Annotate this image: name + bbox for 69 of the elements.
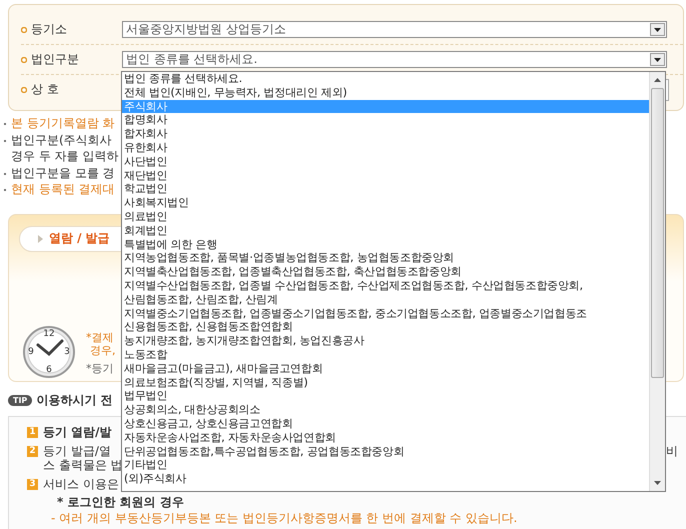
dropdown-option[interactable]: 자동차운송사업조합, 자동차운송사업연합회 [122, 430, 649, 445]
dropdown-option[interactable]: 신용협동조합, 신용협동조합연합회 [122, 320, 649, 334]
guide-text: 서비스 이용은 [43, 476, 119, 490]
dropdown-option[interactable]: 노동조합 [122, 348, 649, 362]
dropdown-option[interactable]: 전체 법인(지배인, 무능력자, 법정대리인 제외) [122, 86, 649, 100]
clock-numeral: 3 [64, 346, 70, 356]
guide-text: 스 출력물은 법 [43, 458, 123, 472]
number-badge: 3 [27, 478, 38, 490]
caret-icon [654, 28, 661, 32]
guide-text: 등기 발급/열 [43, 444, 111, 458]
notice-text: - 여러 개의 부동산등기부등본 또는 법인등기사항증명서를 한 번에 결제할 수 있습니다. [51, 510, 518, 526]
notice-text: 경우, [89, 344, 116, 356]
note-text: 법인구분(주식회사 [11, 132, 113, 148]
dropdown-option[interactable]: 의료보험조합(직장별, 지역별, 직종별) [122, 376, 649, 390]
number-badge: 1 [27, 426, 38, 438]
bullet-icon [21, 56, 27, 62]
clock-numeral: 12 [43, 328, 55, 338]
dropdown-option[interactable]: 의료법인 [122, 210, 649, 224]
dropdown-option[interactable]: 사단법인 [122, 154, 649, 169]
dropdown-option[interactable]: 법무법인 [122, 389, 649, 404]
scroll-up-icon [654, 78, 661, 82]
dropdown-button[interactable] [650, 53, 665, 66]
sub-heading: * 로그인한 회원의 경우 [56, 494, 184, 510]
notice-text: *결제 [86, 330, 114, 344]
scroll-down-icon [654, 481, 661, 485]
dropdown-option[interactable]: 상공회의소, 대한상공회의소 [122, 403, 649, 417]
clock-numeral: 9 [28, 346, 34, 356]
dropdown-option[interactable]: 합자회사 [122, 127, 649, 141]
caret-icon [654, 58, 661, 62]
dropdown-option[interactable]: 합명회사 [122, 113, 649, 128]
clock-icon [22, 324, 76, 378]
guide-text: 등기 열람/발 [43, 424, 112, 438]
dropdown-option[interactable]: 상호신용금고, 상호신용금고연합회 [122, 416, 649, 431]
dropdown-option[interactable]: 지역별축산업협동조합, 업종별축산업협동조합, 축산업협동조합중앙회 [122, 265, 649, 279]
tip-badge: TIP [8, 394, 32, 406]
scroll-thumb[interactable] [651, 88, 664, 378]
dropdown-option[interactable]: 유한회사 [122, 140, 649, 155]
notice-text: *등기 [86, 362, 114, 374]
bullet-icon [21, 26, 27, 32]
select-field[interactable]: 법인 종류를 선택하세요. [122, 51, 667, 68]
section-title: 이용하시기 전 [36, 392, 112, 408]
dropdown-option[interactable]: 농지개량조합, 농지개량조합연합회, 농업진흥공사 [122, 334, 649, 348]
note-text: 본 등기기록열람 화 [11, 115, 115, 132]
bullet-icon [21, 86, 27, 92]
dropdown-option[interactable]: 법인 종류를 선택하세요. [122, 72, 649, 86]
dropdown-option[interactable]: 재단법인 [122, 168, 649, 182]
dropdown-option[interactable]: 학교법인 [122, 182, 649, 196]
field-label: 등기소 [31, 21, 67, 38]
dropdown-option[interactable]: 지역별수산업협동조합, 업종별 수산업협동조합, 수산업제조업협동조합, 수산업협동조합중앙회, [122, 278, 649, 293]
dropdown-option[interactable]: 단위공업협동조합,특수공업협동조합, 공업협동조합중앙회 [122, 444, 649, 458]
guide-text: 비 [666, 444, 678, 458]
dropdown-button[interactable] [650, 23, 665, 36]
field-label: 상 호 [31, 81, 59, 98]
scrollbar[interactable] [649, 72, 665, 491]
field-label: 법인구분 [31, 51, 79, 68]
dropdown-option[interactable]: 사회복지법인 [122, 196, 649, 210]
dropdown-option[interactable]: 새마을금고(마을금고), 새마을금고연합회 [122, 362, 649, 376]
dropdown-option[interactable]: 산림협동조합, 산림조합, 산림계 [122, 292, 649, 307]
select-field[interactable]: 서울중앙지방법원 상업등기소 [122, 21, 667, 38]
note-text: 경우 두 자를 입력하 [11, 148, 118, 164]
triangle-icon [38, 234, 43, 242]
note-text: 현재 등록된 결제대 [11, 181, 115, 198]
dropdown-option[interactable]: (외)주식회사 [122, 472, 649, 486]
dropdown-option[interactable]: 지역농업협동조합, 품목별·업종별농업협동조합, 농업협동조합중앙회 [122, 251, 649, 266]
number-badge: 2 [27, 446, 38, 456]
dropdown-option[interactable]: 기타법인 [122, 458, 649, 472]
clock-numeral: 6 [46, 364, 52, 374]
note-text: 법인구분을 모를 경 [11, 164, 115, 181]
dropdown-option[interactable]: 지역별중소기업협동조합, 업종별중소기업협동조합, 중소기업협동소조합, 업종별중소기업협동조 [122, 306, 649, 320]
